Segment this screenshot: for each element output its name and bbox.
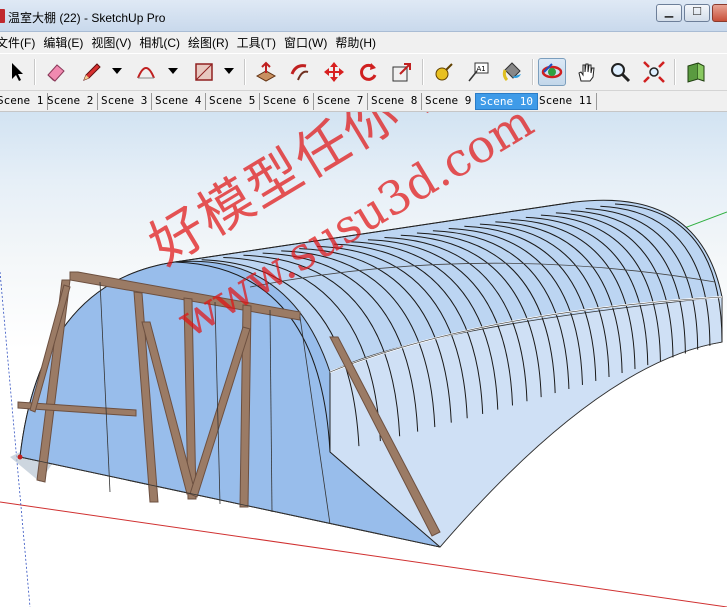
tab-scene-5[interactable]: Scene 5 [205, 93, 261, 110]
menu-tools[interactable]: 工具(T) [237, 34, 284, 51]
tab-scene-3[interactable]: Scene 3 [97, 93, 153, 110]
zoom-icon[interactable] [606, 58, 634, 86]
text-tool-label: A1 [477, 65, 486, 73]
menu-edit[interactable]: 编辑(E) [43, 34, 91, 51]
corner-marker [17, 454, 23, 460]
dimension-text-icon[interactable]: A1 [464, 58, 492, 86]
tab-scene-1[interactable]: Scene 1 [0, 93, 49, 110]
main-toolbar: A1 [0, 53, 727, 91]
toolbar-separator [422, 59, 424, 85]
select-arrow-icon[interactable] [2, 58, 30, 86]
menu-bar: 文件(F) 编辑(E) 视图(V) 相机(C) 绘图(R) 工具(T) 窗口(W… [0, 32, 727, 53]
title-bar: 温室大棚 (22) - SketchUp Pro ▁ ☐ [0, 0, 727, 32]
pan-hand-icon[interactable] [572, 58, 600, 86]
move-icon[interactable] [320, 58, 348, 86]
components-icon[interactable] [682, 58, 710, 86]
chevron-down-icon[interactable] [224, 68, 234, 74]
arc-icon[interactable] [132, 58, 160, 86]
sketchup-app-icon [0, 9, 5, 23]
tab-scene-2[interactable]: Scene 2 [43, 93, 99, 110]
maximize-button[interactable]: ☐ [684, 4, 710, 22]
menu-file[interactable]: 文件(F) [0, 34, 43, 51]
tab-scene-6[interactable]: Scene 6 [259, 93, 315, 110]
rotate-icon[interactable] [354, 58, 382, 86]
toolbar-separator [532, 59, 534, 85]
chevron-down-icon[interactable] [112, 68, 122, 74]
chevron-down-icon[interactable] [168, 68, 178, 74]
pencil-line-icon[interactable] [78, 58, 106, 86]
offset-scale-icon[interactable] [388, 58, 416, 86]
orbit-icon[interactable] [538, 58, 566, 86]
paint-bucket-icon[interactable] [498, 58, 526, 86]
eraser-icon[interactable] [42, 58, 70, 86]
tab-scene-11[interactable]: Scene 11 [535, 93, 597, 110]
window-title: 温室大棚 (22) - SketchUp Pro [8, 11, 166, 25]
push-pull-icon[interactable] [252, 58, 280, 86]
rectangle-icon[interactable] [190, 58, 218, 86]
toolbar-separator [244, 59, 246, 85]
close-button[interactable] [712, 4, 727, 22]
model-viewport[interactable]: 好模型任你下 www.susu3d.com [0, 112, 727, 607]
tab-scene-10[interactable]: Scene 10 [475, 93, 538, 110]
menu-view[interactable]: 视图(V) [91, 34, 139, 51]
toolbar-separator [34, 59, 36, 85]
menu-help[interactable]: 帮助(H) [335, 34, 384, 51]
minimize-button[interactable]: ▁ [656, 4, 682, 22]
tab-scene-4[interactable]: Scene 4 [151, 93, 207, 110]
menu-draw[interactable]: 绘图(R) [188, 34, 237, 51]
scene-tabs: Scene 1 Scene 2 Scene 3 Scene 4 Scene 5 … [0, 91, 727, 112]
menu-window[interactable]: 窗口(W) [284, 34, 335, 51]
tape-measure-icon[interactable] [430, 58, 458, 86]
tab-scene-9[interactable]: Scene 9 [421, 93, 477, 110]
follow-me-icon[interactable] [286, 58, 314, 86]
zoom-extents-icon[interactable] [640, 58, 668, 86]
menu-camera[interactable]: 相机(C) [139, 34, 188, 51]
tab-scene-8[interactable]: Scene 8 [367, 93, 423, 110]
tab-scene-7[interactable]: Scene 7 [313, 93, 369, 110]
toolbar-separator [674, 59, 676, 85]
